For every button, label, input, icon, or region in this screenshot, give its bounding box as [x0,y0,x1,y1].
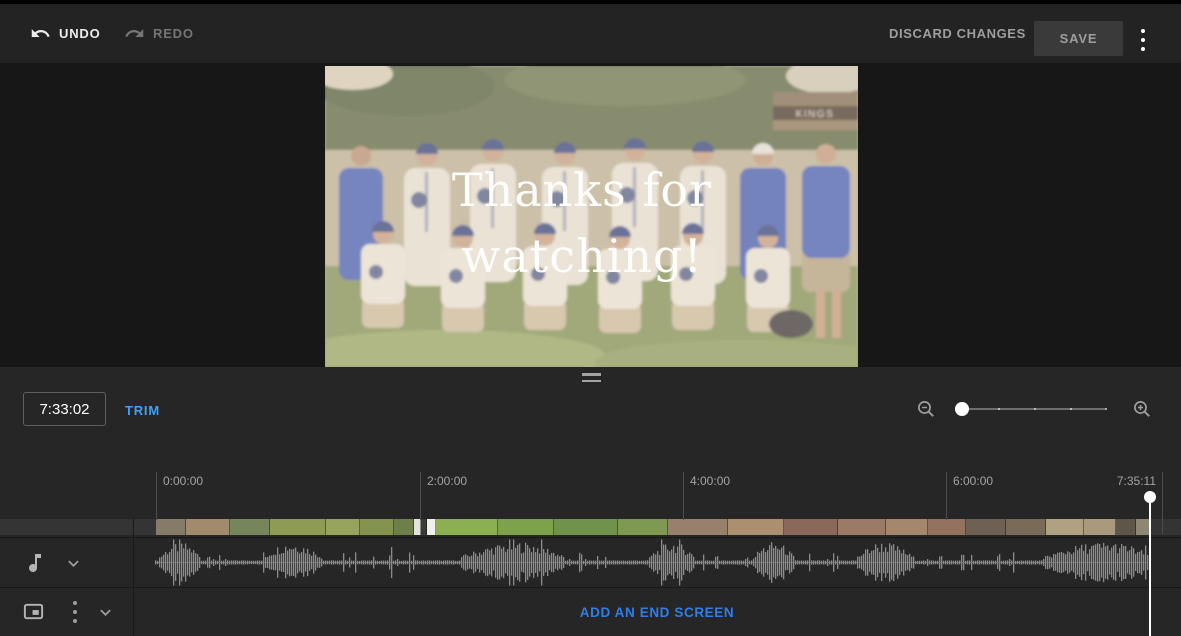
filmstrip-thumb [230,519,270,535]
playhead-line [1149,497,1151,636]
editor-toolbar: UNDO REDO DISCARD CHANGES SAVE [0,4,1181,63]
timecode-input[interactable] [23,392,106,426]
ruler-tick-line [156,472,157,520]
discard-changes-label: DISCARD CHANGES [889,26,1026,41]
timeline-end-label: 7:35:11 [1100,474,1156,488]
filmstrip-thumb [427,519,436,535]
slider-tick [1070,408,1072,410]
filmstrip-thumb [1006,519,1046,535]
ruler-tick-label: 2:00:00 [427,474,467,488]
audio-waveform[interactable] [0,538,1181,587]
magnifier-plus-icon [1132,399,1152,419]
filmstrip-thumb [1116,519,1136,535]
kebab-dot [1141,29,1145,33]
filmstrip-thumb [1084,519,1116,535]
slider-thumb[interactable] [955,402,969,416]
chevron-down-icon [95,602,116,623]
filmstrip-thumb [498,519,554,535]
ruler-tick-label: 0:00:00 [163,474,203,488]
filmstrip-thumb [1046,519,1084,535]
undo-button[interactable]: UNDO [30,4,100,63]
discard-changes-button[interactable]: DISCARD CHANGES [889,4,1026,63]
more-options-button[interactable] [1138,29,1148,51]
ruler-tick-label: 6:00:00 [953,474,993,488]
video-editor-window: UNDO REDO DISCARD CHANGES SAVE [0,0,1181,636]
redo-label: REDO [153,26,194,41]
kebab-dot [73,610,77,614]
filmstrip-thumb [728,519,784,535]
filmstrip-thumb [360,519,394,535]
kebab-dot [1141,38,1145,42]
filmstrip-thumb [838,519,886,535]
filmstrip-thumb [784,519,838,535]
add-end-screen-button[interactable]: ADD AN END SCREEN [133,605,1181,620]
overlay-caption-line2: watching! [461,229,703,283]
slider-tick [1034,408,1036,410]
kebab-dot [73,619,77,623]
ruler-tick-line [683,472,684,520]
filmstrip-thumb [394,519,414,535]
ruler-tick-line [420,472,421,520]
ruler-tick-label: 4:00:00 [690,474,730,488]
filmstrip-thumb [1136,519,1150,535]
kebab-dot [73,601,77,605]
end-screen-options-button[interactable] [70,601,80,623]
zoom-in-button[interactable] [1132,399,1152,419]
row-divider [0,587,1181,588]
save-button[interactable]: SAVE [1034,21,1123,56]
trim-button[interactable]: TRIM [125,403,160,418]
filmstrip-thumb [554,519,618,535]
kebab-dot [1141,47,1145,51]
end-screen-expand-button[interactable] [95,602,116,628]
ruler-tick-line [946,472,947,520]
filmstrip-thumb [928,519,966,535]
redo-icon [124,23,145,44]
slider-tick [998,408,1000,410]
filmstrip-thumb [436,519,498,535]
filmstrip-thumb [886,519,928,535]
overlay-caption-line1: Thanks for [452,163,712,217]
timeline-end-line [1162,472,1163,534]
slider-tick [1105,408,1107,410]
video-preview: KINGS [325,66,858,367]
filmstrip-thumb [966,519,1006,535]
playhead-handle[interactable] [1144,491,1156,503]
undo-icon [30,23,51,44]
end-screen-icon [22,600,45,623]
filmstrip-thumb [156,519,186,535]
filmstrip-thumb [186,519,230,535]
filmstrip-thumbnails[interactable] [156,519,1150,535]
panel-resize-handle[interactable] [582,373,601,382]
filmstrip-thumb [414,519,421,535]
filmstrip-thumb [326,519,360,535]
filmstrip-thumb [618,519,668,535]
end-screen-track-button[interactable] [22,600,45,628]
filmstrip-thumb [270,519,326,535]
preview-stage: KINGS [0,63,1181,367]
filmstrip-thumb [668,519,728,535]
zoom-out-button[interactable] [916,399,936,419]
magnifier-minus-icon [916,399,936,419]
timeline-zoom-slider[interactable] [955,399,1113,419]
undo-label: UNDO [59,26,100,41]
redo-button[interactable]: REDO [124,4,194,63]
